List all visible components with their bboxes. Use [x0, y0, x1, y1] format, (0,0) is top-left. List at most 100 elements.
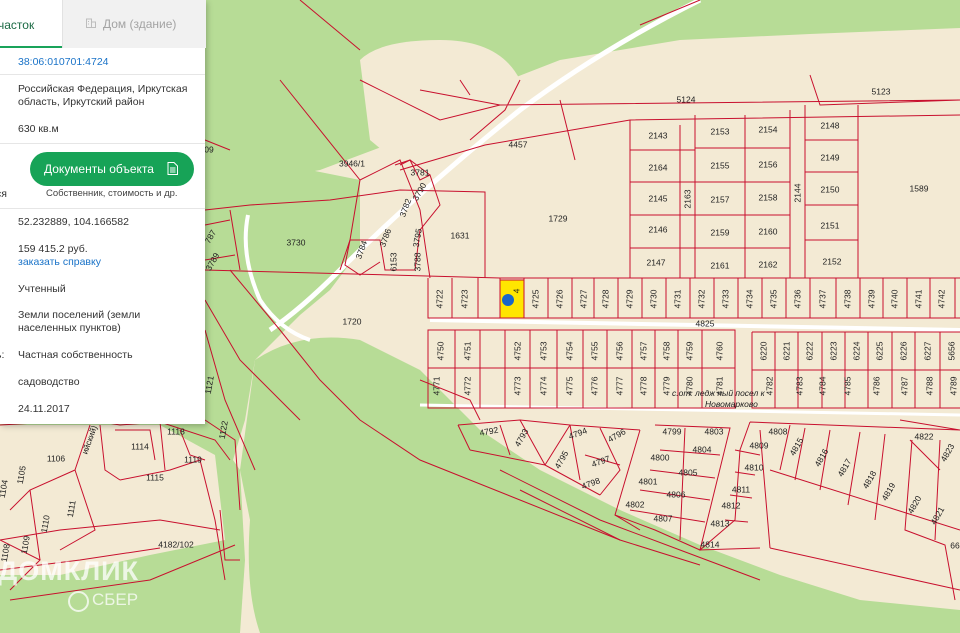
parcel-label: 2147: [647, 257, 666, 267]
parcel-label: 4750: [435, 341, 445, 360]
parcel-label: 6224: [851, 341, 861, 360]
parcel-label: 4784: [817, 376, 827, 395]
parcel-label: 4457: [509, 139, 528, 149]
parcel-label: 1720: [343, 316, 362, 326]
category-line2: населенных пунктов): [18, 322, 121, 334]
parcel-label: 4786: [871, 376, 881, 395]
parcel-label: 1118: [167, 426, 185, 436]
parcel-label: 3788: [412, 252, 422, 271]
parcel-label: 1119: [184, 454, 202, 464]
parcel-label: 4727: [578, 289, 588, 308]
tab-plot[interactable]: участок: [0, 0, 62, 48]
parcel-label: 4722: [434, 289, 444, 308]
parcel-label: 4751: [462, 341, 472, 360]
object-documents-button[interactable]: Документы объекта: [30, 152, 194, 186]
parcel-label: 66: [950, 540, 960, 550]
parcel-label: 2160: [759, 226, 778, 236]
settlement-label-line2: Новомарково: [705, 399, 758, 409]
sber-logo-text: СБЕР: [92, 590, 139, 609]
parcel-label: 4734: [744, 289, 754, 308]
parcel-label: 5124: [677, 94, 696, 104]
parcel-label: 4813: [711, 518, 730, 528]
parcel-label: 4752: [512, 341, 522, 360]
parcel-label: 4760: [714, 341, 724, 360]
parcel-label: 4738: [842, 289, 852, 308]
parcel-label: 1114: [131, 441, 149, 451]
parcel-label: 4742: [936, 289, 946, 308]
parcel-label: 1115: [146, 472, 164, 482]
parcel-label: 3781: [411, 167, 430, 177]
area-value: 630 кв.м: [18, 123, 59, 135]
parcel-label: 5123: [872, 86, 891, 96]
parcel-label: 6225: [874, 341, 884, 360]
parcel-label: 4757: [638, 341, 648, 360]
parcel-label: 4805: [679, 467, 698, 477]
ownership-label-cut: ь:: [0, 349, 5, 361]
parcel-label: 4789: [948, 376, 958, 395]
parcel-label: 5656: [946, 341, 956, 360]
settlement-label-line1: с.от. ледж ный посел к: [672, 388, 766, 398]
parcel-label: 4771: [431, 376, 441, 395]
parcel-label: 4778: [638, 376, 648, 395]
tab-bar: участок Дом (здание): [0, 0, 206, 48]
parcel-label: 4729: [624, 289, 634, 308]
address-line1: Российская Федерация, Иркутская: [18, 83, 188, 95]
order-certificate-link[interactable]: заказать справку: [18, 256, 101, 268]
parcel-label: 3730: [287, 237, 306, 247]
parcel-label: 2143: [649, 130, 668, 140]
parcel-label: 4759: [684, 341, 694, 360]
parcel-label: 4739: [866, 289, 876, 308]
parcel-label: 4733: [720, 289, 730, 308]
location-marker[interactable]: [502, 294, 514, 306]
parcel-label: 4803: [705, 426, 724, 436]
parcel-label: 2152: [823, 256, 842, 266]
parcel-label: 4787: [899, 376, 909, 395]
category-line1: Земли поселений (земли: [18, 309, 141, 321]
parcel-label: 2149: [821, 152, 840, 162]
brand-watermark: ДОМКЛИК СБЕР: [0, 553, 180, 633]
parcel-label: 6227: [922, 341, 932, 360]
parcel-label: 4730: [648, 289, 658, 308]
parcel-label: 4725: [530, 289, 540, 308]
divider: [0, 74, 205, 75]
parcel-label: 6221: [781, 341, 791, 360]
parcel-label: 4728: [600, 289, 610, 308]
parcel-label: 4799: [663, 426, 682, 436]
parcel-label: 4814: [701, 539, 720, 549]
document-icon: [167, 162, 178, 175]
parcel-label: 4783: [794, 376, 804, 395]
parcel-label: 3946/1: [339, 158, 365, 168]
parcel-label: 1106: [47, 453, 66, 463]
parcel-label: 2153: [711, 126, 730, 136]
parcel-label: 2163: [682, 189, 692, 208]
parcel-label: 4735: [768, 289, 778, 308]
parcel-label: 2159: [711, 227, 730, 237]
parcel-label: 6153: [388, 252, 398, 271]
selected-parcel-label: 4: [511, 288, 521, 293]
cadastral-number[interactable]: 38:06:010701:4724: [18, 56, 109, 68]
parcel-label: 4755: [589, 341, 599, 360]
parcel-label: 4758: [661, 341, 671, 360]
parcel-label: 4777: [614, 376, 624, 395]
parcel-label: 2151: [821, 220, 840, 230]
object-info-panel: участок Дом (здание) 38:06:010701:4724 Р…: [0, 0, 206, 424]
cadastral-cost: 159 415.2 руб.: [18, 243, 88, 255]
parcel-label: 09: [204, 144, 214, 154]
parcel-label: 2150: [821, 184, 840, 194]
parcel-label: 4182/102: [158, 539, 194, 549]
parcel-label: 4753: [538, 341, 548, 360]
parcel-label: 4754: [564, 341, 574, 360]
documents-note: Собственник, стоимость и др.: [46, 188, 178, 199]
parcel-label: 4788: [924, 376, 934, 395]
parcel-label: 1729: [549, 213, 568, 223]
parcel-label: 4726: [554, 289, 564, 308]
parcel-label: 1631: [451, 230, 470, 240]
parcel-label: 6222: [804, 341, 814, 360]
tab-building[interactable]: Дом (здание): [62, 0, 206, 48]
parcel-label: 2162: [759, 259, 778, 269]
parcel-label: 4808: [769, 426, 788, 436]
parcel-label: 2146: [649, 224, 668, 234]
parcel-label: 2158: [759, 192, 778, 202]
parcel-label: 4756: [614, 341, 624, 360]
parcel-label: 4801: [639, 476, 658, 486]
